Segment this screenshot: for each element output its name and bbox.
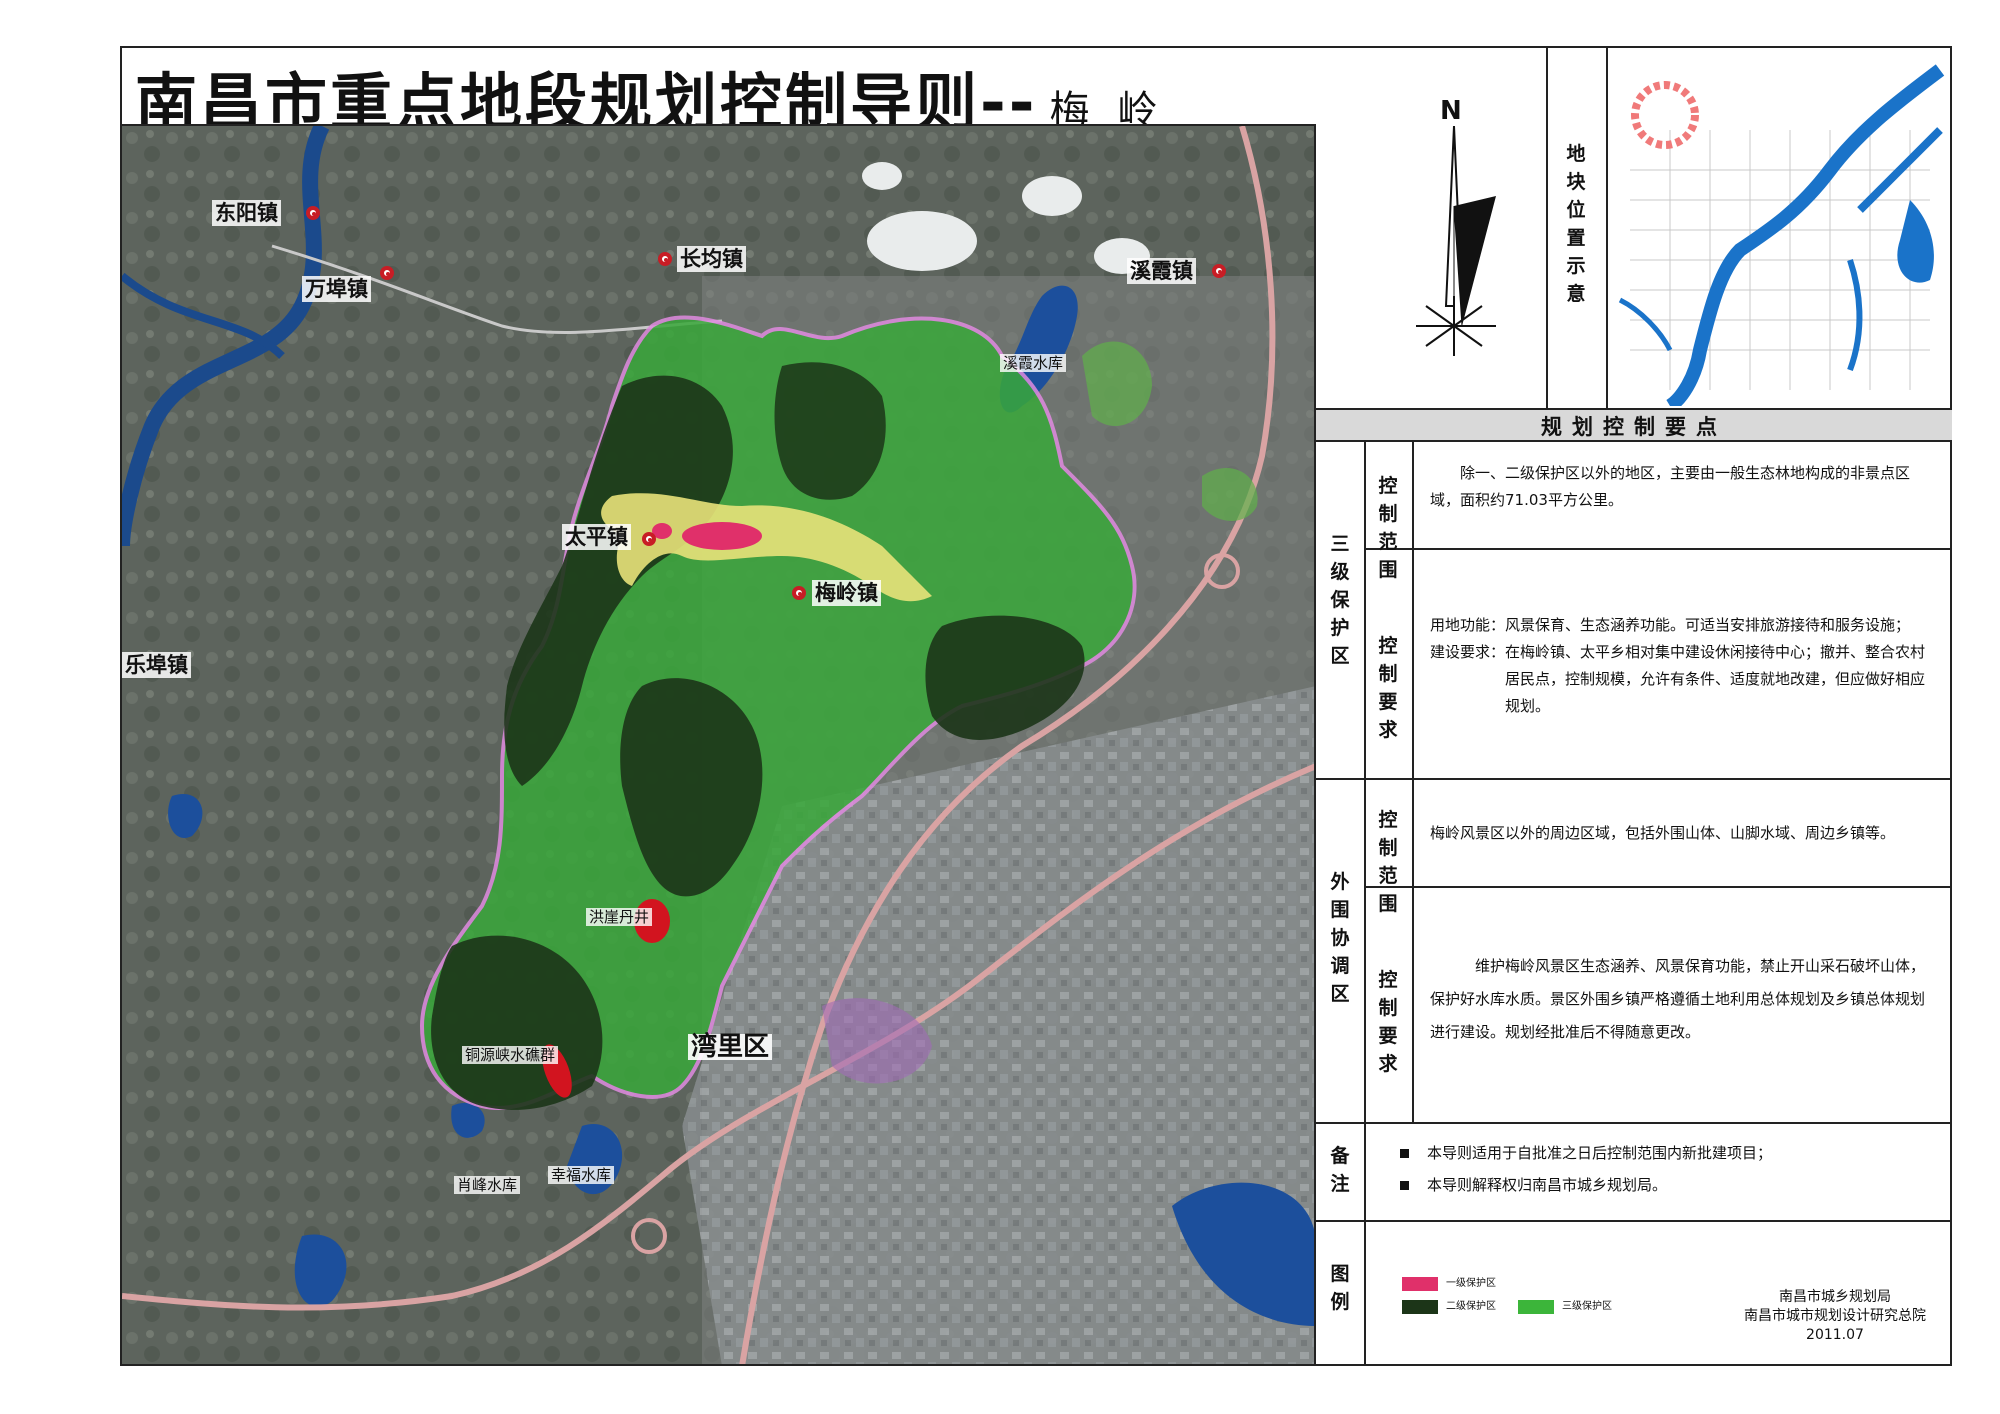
bullet-icon — [1400, 1181, 1409, 1190]
zone3-label: 三级保护区 — [1330, 533, 1350, 667]
town-marker — [792, 586, 806, 600]
satellite-map[interactable]: 东阳镇 万埠镇 长均镇 溪霞镇 溪霞水库 太平镇 梅岭镇 乐埠镇 洪崖丹井 铜源… — [122, 124, 1316, 1364]
zone3-range-text: 除一、二级保护区以外的地区，主要由一般生态林地构成的非景点区域，面积约71.03… — [1430, 464, 1911, 509]
notes-label: 备注 — [1330, 1145, 1350, 1195]
note-1-text: 本导则适用于自批准之日后控制范围内新批建项目； — [1427, 1144, 1773, 1162]
label-hongya: 洪崖丹井 — [586, 908, 653, 926]
note-2-text: 本导则解释权归南昌市城乡规划局。 — [1427, 1176, 1668, 1194]
label-taiping: 太平镇 — [562, 524, 631, 550]
zone3-req-label: 控制要求 — [1378, 635, 1398, 741]
outer-req-label: 控制要求 — [1378, 969, 1398, 1075]
outer-range-label: 控制范围 — [1378, 809, 1398, 915]
divider — [1316, 778, 1952, 780]
note-2: 本导则解释权归南昌市城乡规划局。 — [1400, 1170, 1667, 1200]
legend-text-level3: 三级保护区 — [1562, 1301, 1612, 1312]
note-1: 本导则适用于自批准之日后控制范围内新批建项目； — [1400, 1138, 1772, 1168]
town-marker — [658, 252, 672, 266]
legend-label: 图例 — [1330, 1263, 1350, 1313]
label-xiaofeng: 肖峰水库 — [454, 1176, 521, 1194]
divider — [1364, 442, 1366, 1366]
legend-text-level1: 一级保护区 — [1446, 1278, 1496, 1289]
label-xingfu: 幸福水库 — [548, 1166, 615, 1184]
north-arrow: N — [1396, 96, 1516, 366]
north-label: N — [1440, 96, 1462, 126]
legend-swatch-level2 — [1402, 1300, 1438, 1314]
label-wanbu: 万埠镇 — [302, 276, 371, 302]
locator-caption: 地块位置示意 — [1566, 143, 1586, 305]
divider — [1316, 1220, 1952, 1222]
locator-map — [1610, 50, 1950, 406]
organization-block: 南昌市城乡规划局 南昌市城市规划设计研究总院 2011.07 — [1720, 1288, 1950, 1345]
outer-req-text: 维护梅岭风景区生态涵养、风景保育功能，禁止开山采石破坏山体，保护好水库水质。景区… — [1430, 957, 1926, 1041]
town-marker — [306, 206, 320, 220]
legend-text-level2: 二级保护区 — [1446, 1301, 1496, 1312]
label-tongyuan: 铜源峡水礁群 — [462, 1046, 559, 1064]
label-lebu: 乐埠镇 — [122, 652, 191, 678]
label-changjun: 长均镇 — [677, 246, 746, 272]
compass-icon — [1416, 126, 1496, 356]
zone3-req-line2: 建设要求：在梅岭镇、太平乡相对集中建设休闲接待中心；撤并、整合农村居民点，控制规… — [1430, 643, 1926, 715]
legend-swatch-level3 — [1518, 1300, 1554, 1314]
label-xixia-reservoir: 溪霞水库 — [1000, 354, 1067, 372]
legend-swatch-level1 — [1402, 1277, 1438, 1291]
label-meiling: 梅岭镇 — [812, 580, 881, 606]
bullet-icon — [1400, 1149, 1409, 1158]
zone3-req-line1: 用地功能：风景保育、生态涵养功能。可适当安排旅游接待和服务设施； — [1430, 616, 1911, 634]
outer-label: 外围协调区 — [1330, 871, 1350, 1005]
org-line1: 南昌市城乡规划局 — [1779, 1289, 1891, 1305]
divider — [1364, 548, 1952, 550]
org-date: 2011.07 — [1806, 1327, 1864, 1343]
divider — [1316, 1122, 1952, 1124]
section-header: 规划控制要点 — [1316, 408, 1952, 442]
org-line2: 南昌市城市规划设计研究总院 — [1744, 1308, 1926, 1324]
label-dongyang: 东阳镇 — [212, 200, 281, 226]
town-marker — [380, 266, 394, 280]
divider — [1364, 886, 1952, 888]
label-wanli: 湾里区 — [688, 1034, 773, 1060]
divider — [1546, 46, 1548, 408]
town-marker — [1212, 264, 1226, 278]
zone3-range-label: 控制范围 — [1378, 475, 1398, 581]
label-xixia: 溪霞镇 — [1127, 258, 1196, 284]
outer-range-text: 梅岭风景区以外的周边区域，包括外围山体、山脚水域、周边乡镇等。 — [1430, 824, 1896, 842]
map-graphics — [122, 126, 1314, 1364]
divider — [1606, 46, 1608, 408]
divider — [1412, 442, 1414, 1122]
town-marker — [642, 532, 656, 546]
